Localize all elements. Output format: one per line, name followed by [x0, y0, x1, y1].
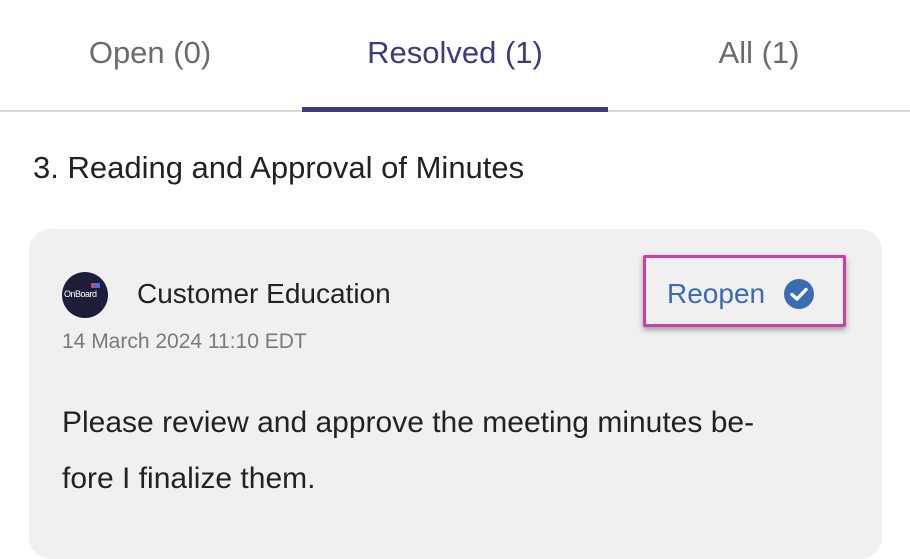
active-tab-indicator	[302, 107, 608, 112]
tab-open[interactable]: Open (0)	[0, 0, 300, 112]
reopen-button-label: Reopen	[667, 278, 766, 309]
agenda-item-title: 3. Reading and Approval of Minutes	[33, 150, 525, 185]
comment-message-line-1: Please review and approve the meeting mi…	[62, 406, 755, 439]
avatar: OnBoard	[62, 272, 108, 318]
tab-bar: Open (0) Resolved (1) All (1)	[0, 0, 910, 112]
tab-resolved[interactable]: Resolved (1)	[302, 0, 608, 112]
tab-open-label: Open (0)	[88, 35, 212, 70]
reopen-button[interactable]: Reopen	[667, 278, 815, 310]
comment-author: Customer Education	[137, 278, 391, 309]
comment-message: Please review and approve the meeting mi…	[62, 395, 852, 507]
tab-resolved-label: Resolved (1)	[367, 35, 543, 70]
avatar-logo-text: OnBoard	[64, 289, 97, 299]
check-circle-icon	[784, 279, 815, 309]
tab-all[interactable]: All (1)	[608, 0, 910, 112]
logo-mark-accent-icon	[94, 283, 100, 288]
comment-timestamp: 14 March 2024 11:10 EDT	[62, 330, 307, 353]
comment-message-line-2: fore I finalize them.	[62, 462, 316, 495]
tab-all-label: All (1)	[718, 35, 800, 70]
